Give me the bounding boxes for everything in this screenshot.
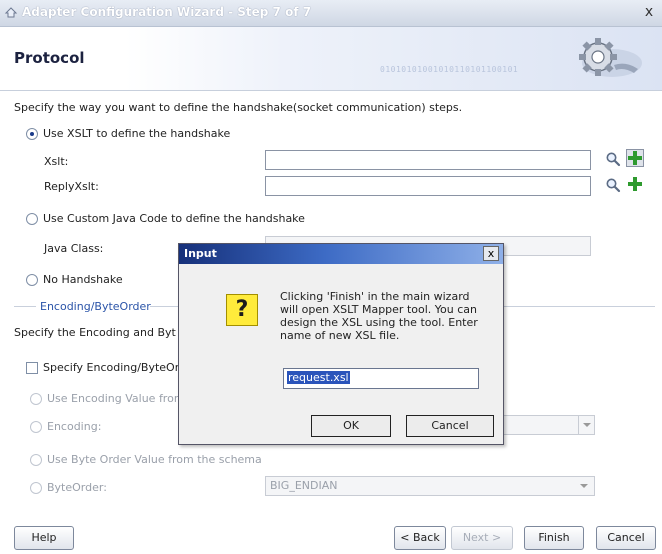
byteorder-radio[interactable] <box>30 482 42 494</box>
reply-xslt-label: ReplyXslt: <box>44 180 99 193</box>
chevron-down-icon <box>583 423 591 427</box>
finish-button[interactable]: Finish <box>524 526 584 550</box>
add-icon[interactable] <box>626 149 644 167</box>
window-title: Adapter Configuration Wizard - Step 7 of… <box>22 5 312 19</box>
java-class-label: Java Class: <box>44 242 104 255</box>
no-handshake-radio[interactable] <box>26 274 38 286</box>
section-divider-left <box>14 306 36 307</box>
specify-encoding-checkbox[interactable] <box>26 362 38 374</box>
xslt-label: Xslt: <box>44 155 69 168</box>
help-button[interactable]: Help <box>14 526 74 550</box>
dialog-message: Clicking 'Finish' in the main wizard wil… <box>280 290 478 342</box>
custom-java-radio-label: Use Custom Java Code to define the hands… <box>43 212 305 225</box>
question-icon: ? <box>226 294 258 326</box>
page-title: Protocol <box>14 49 85 67</box>
next-button[interactable]: Next > <box>451 526 513 550</box>
cancel-button[interactable]: Cancel <box>596 526 656 550</box>
specify-encoding-label: Specify Encoding/ByteOrc <box>43 361 186 374</box>
search-icon[interactable] <box>605 177 621 193</box>
encoding-label: Encoding: <box>47 420 102 433</box>
encoding-instruction: Specify the Encoding and Byt <box>14 326 176 339</box>
input-dialog: Input x ? Clicking 'Finish' in the main … <box>178 243 504 445</box>
dialog-ok-button[interactable]: OK <box>311 415 391 437</box>
xslt-radio-label: Use XSLT to define the handshake <box>43 127 231 140</box>
encoding-dropdown-button[interactable] <box>578 416 594 434</box>
xslt-input[interactable] <box>265 150 591 170</box>
add-icon[interactable] <box>627 176 643 192</box>
dialog-cancel-button[interactable]: Cancel <box>406 415 494 437</box>
encoding-section-label: Encoding/ByteOrder <box>40 300 151 313</box>
reply-xslt-input[interactable] <box>265 176 591 196</box>
byteorder-value: BIG_ENDIAN <box>270 479 338 492</box>
encoding-radio[interactable] <box>30 421 42 433</box>
byteorder-select[interactable]: BIG_ENDIAN <box>265 476 595 496</box>
use-byteorder-schema-label: Use Byte Order Value from the schema <box>47 453 262 466</box>
wizard-header: 01010101001010110101100101 Protocol <box>0 27 662 91</box>
dialog-close-button[interactable]: x <box>483 246 499 261</box>
window-close-button[interactable]: x <box>640 3 658 21</box>
dialog-title: Input <box>184 247 217 260</box>
window-titlebar: Adapter Configuration Wizard - Step 7 of… <box>0 0 662 27</box>
search-icon[interactable] <box>605 151 621 167</box>
xslt-radio[interactable] <box>26 128 38 140</box>
app-icon <box>4 7 18 18</box>
byteorder-label: ByteOrder: <box>47 481 107 494</box>
back-button[interactable]: < Back <box>394 526 446 550</box>
custom-java-radio[interactable] <box>26 213 38 225</box>
dialog-titlebar: Input x <box>179 244 503 264</box>
instruction-text: Specify the way you want to define the h… <box>14 101 463 114</box>
use-encoding-schema-label: Use Encoding Value from <box>47 392 185 405</box>
chevron-down-icon[interactable] <box>580 484 588 488</box>
no-handshake-radio-label: No Handshake <box>43 273 123 286</box>
xsl-filename-value: request.xsl <box>287 371 350 384</box>
xsl-filename-input[interactable]: request.xsl <box>283 368 479 389</box>
use-encoding-schema-radio[interactable] <box>30 393 42 405</box>
gear-icon <box>579 38 642 77</box>
use-byteorder-schema-radio[interactable] <box>30 454 42 466</box>
header-binary-pattern: 01010101001010110101100101 <box>380 65 519 74</box>
